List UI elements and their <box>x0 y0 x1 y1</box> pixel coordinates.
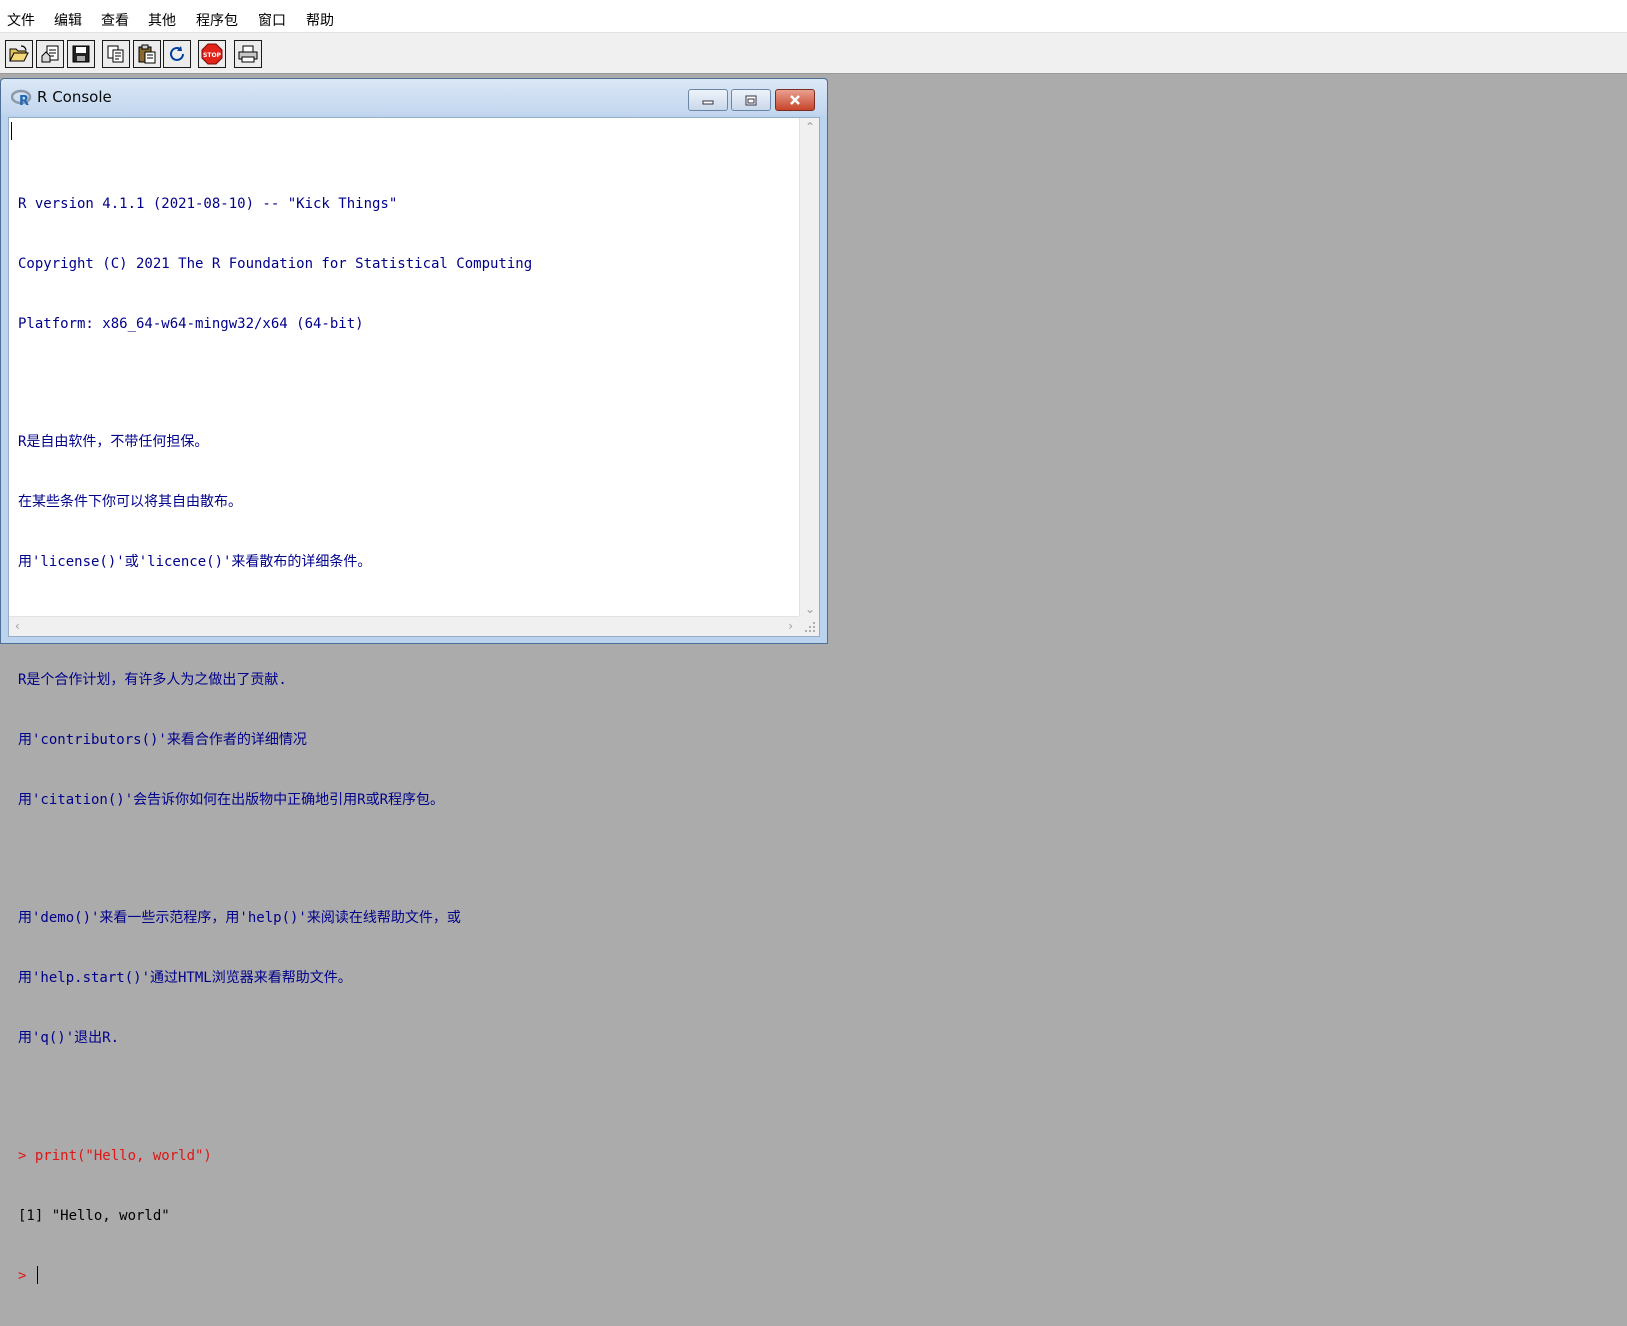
load-icon <box>41 45 59 63</box>
output-line: [1] "Hello, world" <box>18 1208 170 1224</box>
startup-line: R是个合作计划，有许多人为之做出了贡献. <box>18 672 287 688</box>
startup-line: 用'q()'退出R. <box>18 1030 120 1046</box>
stop-sign-icon: STOP <box>201 43 223 65</box>
startup-line: 用'contributors()'来看合作者的详细情况 <box>18 732 307 748</box>
size-grip-icon[interactable] <box>799 616 819 636</box>
startup-line: R version 4.1.1 (2021-08-10) -- "Kick Th… <box>18 196 398 212</box>
paste-icon <box>138 44 156 64</box>
startup-line: R是自由软件，不带任何担保。 <box>18 434 209 450</box>
startup-line: Copyright (C) 2021 The R Foundation for … <box>18 256 533 272</box>
copy-paste-button[interactable] <box>163 40 191 68</box>
minimize-button[interactable] <box>688 89 728 111</box>
startup-line: Platform: x86_64-w64-mingw32/x64 (64-bit… <box>18 316 364 332</box>
console-title-bar[interactable]: R R Console <box>1 79 827 115</box>
startup-line: 用'demo()'来看一些示范程序，用'help()'来阅读在线帮助文件，或 <box>18 910 461 926</box>
scroll-left-icon[interactable]: ‹ <box>15 619 20 633</box>
r-logo-letter: R <box>19 94 29 107</box>
stop-label: STOP <box>203 52 222 59</box>
print-button[interactable] <box>234 40 262 68</box>
horizontal-scrollbar[interactable]: ‹ › <box>9 616 799 636</box>
load-workspace-button[interactable] <box>36 40 64 68</box>
window-title: R Console <box>37 88 112 106</box>
close-button[interactable] <box>775 89 815 111</box>
copy-icon <box>107 45 124 63</box>
resize-grip-icon <box>805 622 815 632</box>
paste-button[interactable] <box>133 40 161 68</box>
menu-file[interactable]: 文件 <box>7 10 35 30</box>
startup-line: 用'citation()'会告诉你如何在出版物中正确地引用R或R程序包。 <box>18 792 445 808</box>
restore-icon <box>745 95 757 105</box>
copy-button[interactable] <box>102 40 130 68</box>
console-text: R version 4.1.1 (2021-08-10) -- "Kick Th… <box>18 154 793 1326</box>
refresh-icon <box>170 46 184 61</box>
scroll-up-icon[interactable]: ⌃ <box>805 120 815 134</box>
menu-packages[interactable]: 程序包 <box>196 10 238 30</box>
menu-help[interactable]: 帮助 <box>306 10 334 30</box>
open-folder-icon <box>9 45 29 62</box>
r-console-window: R R Console R version 4.1.1 (2021-08-10)… <box>0 78 828 1284</box>
workspace-background <box>828 74 1627 816</box>
minimize-icon <box>702 100 714 105</box>
close-icon <box>790 95 800 105</box>
stop-button[interactable]: STOP <box>198 40 226 68</box>
floppy-disk-icon <box>72 45 90 63</box>
menu-edit[interactable]: 编辑 <box>54 10 82 30</box>
startup-line: 用'license()'或'licence()'来看散布的详细条件。 <box>18 554 372 570</box>
startup-line: 在某些条件下你可以将其自由散布。 <box>18 494 242 510</box>
vertical-scrollbar[interactable]: ⌃ ⌄ <box>799 118 819 618</box>
input-caret <box>36 1266 38 1284</box>
restore-button[interactable] <box>731 89 771 111</box>
menu-view[interactable]: 查看 <box>101 10 129 30</box>
startup-line: 用'help.start()'通过HTML浏览器来看帮助文件。 <box>18 970 352 986</box>
prompt-symbol: > <box>18 1268 27 1284</box>
menu-misc[interactable]: 其他 <box>148 10 176 30</box>
top-caret <box>11 122 12 140</box>
scroll-down-icon[interactable]: ⌄ <box>805 602 815 616</box>
printer-icon <box>238 45 258 63</box>
open-script-button[interactable] <box>5 40 33 68</box>
console-output-area[interactable]: R version 4.1.1 (2021-08-10) -- "Kick Th… <box>8 117 820 1284</box>
menu-windows[interactable]: 窗口 <box>258 10 286 30</box>
save-button[interactable] <box>67 40 95 68</box>
input-prompt-line[interactable]: > <box>18 1266 793 1286</box>
toolbar: STOP <box>0 32 1627 74</box>
scroll-right-icon[interactable]: › <box>788 619 793 633</box>
command-line: > print("Hello, world") <box>18 1148 212 1164</box>
r-logo-icon: R <box>11 89 32 107</box>
menu-bar: 文件 编辑 查看 其他 程序包 窗口 帮助 <box>0 6 1627 32</box>
